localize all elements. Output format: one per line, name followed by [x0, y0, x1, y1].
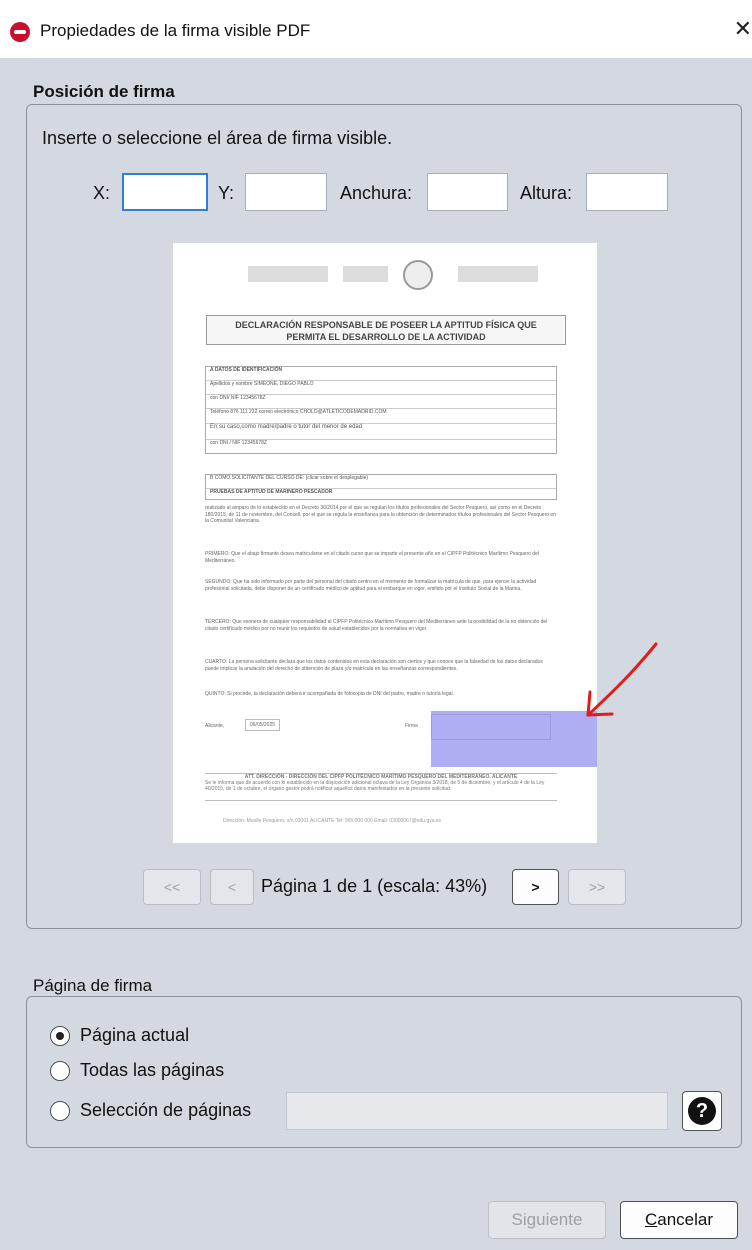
sign-label: Firma	[405, 723, 418, 729]
app-logo-icon	[10, 22, 30, 42]
y-field[interactable]	[245, 173, 327, 211]
help-button[interactable]: ?	[682, 1091, 722, 1131]
radio-button[interactable]	[50, 1101, 70, 1121]
instructions-text: Inserte o seleccione el área de firma vi…	[42, 128, 393, 148]
document-footer: ATT. DIRECCIÓN - DIRECCIÓN DEL CIPFP POL…	[205, 773, 557, 801]
position-section-label: Posición de firma	[33, 82, 175, 101]
x-field[interactable]	[122, 173, 208, 211]
radio-label: Página actual	[80, 1025, 190, 1045]
page-info-text: Página 1 de 1 (escala: 43%)	[261, 876, 488, 896]
first-page-button[interactable]: <<	[143, 869, 201, 905]
identification-table: A DATOS DE IDENTIFICACIÓN Apellidos y no…	[205, 366, 557, 454]
cancel-label-rest: ancelar	[657, 1210, 714, 1229]
width-field[interactable]	[427, 173, 508, 211]
width-label: Anchura:	[340, 183, 413, 203]
y-label: Y:	[218, 183, 235, 203]
red-arrow-icon	[586, 642, 658, 717]
cancel-button[interactable]: Cancelar	[620, 1201, 738, 1239]
ministry-logo	[248, 266, 328, 282]
next-button[interactable]: Siguiente	[488, 1201, 606, 1239]
table-row: Apellidos y nombre SIMEONE, DIEGO PABLO	[206, 380, 556, 387]
pages-selection-input[interactable]	[286, 1092, 668, 1130]
next-page-button[interactable]: >	[512, 869, 559, 905]
paragraph-intro: realizado al amparo de lo establecido en…	[205, 505, 556, 524]
document-preview[interactable]: DECLARACIÓN RESPONSABLE DE POSEER LA APT…	[173, 243, 597, 843]
generalitat-logo	[343, 266, 388, 282]
height-field[interactable]	[586, 173, 668, 211]
place-label: Alicante,	[205, 723, 225, 729]
heading-line-1: DECLARACIÓN RESPONSABLE DE POSEER LA APT…	[235, 320, 537, 330]
cancel-mnemonic: C	[644, 1210, 658, 1229]
footer-text: Se le informa que de acuerdo con lo esta…	[205, 780, 545, 792]
paragraph-primero: PRIMERO: Que el abajo firmante desea mat…	[205, 551, 539, 564]
close-icon[interactable]: ✕	[728, 16, 752, 42]
table-row: Teléfono 876 111 222 correo electrónico …	[206, 408, 556, 415]
radio-button[interactable]	[50, 1061, 70, 1081]
document-heading: DECLARACIÓN RESPONSABLE DE POSEER LA APT…	[206, 315, 566, 345]
paragraph-segundo: SEGUNDO: Que ha sido informado por parte…	[205, 579, 537, 592]
last-page-button[interactable]: >>	[568, 869, 626, 905]
radio-label: Todas las páginas	[80, 1060, 225, 1080]
course-table: B COMO SOLICITANTE DEL CURSO DE: (clicar…	[205, 474, 557, 500]
seal-logo	[403, 260, 433, 290]
prev-page-button[interactable]: <	[210, 869, 254, 905]
course-name: PRUEBAS DE APTITUD DE MARINERO PESCADOR	[206, 488, 556, 495]
section-a-header: A DATOS DE IDENTIFICACIÓN	[210, 367, 283, 373]
page-section-label: Página de firma	[33, 976, 153, 995]
table-row: En su caso,como madre/padre o tutor del …	[206, 423, 556, 430]
title-bar: Propiedades de la firma visible PDF ✕	[0, 0, 752, 58]
paragraph-quinto: QUINTO: Si procede, la declaración deber…	[205, 691, 454, 697]
radio-label: Selección de páginas	[80, 1100, 252, 1120]
help-icon: ?	[688, 1097, 716, 1125]
address-line: Dirección: Muelle Pesquero, s/n 03001 AL…	[223, 818, 442, 824]
section-b-header: B COMO SOLICITANTE DEL CURSO DE: (clicar…	[210, 475, 369, 481]
paragraph-tercero: TERCERO: Que exonera de cualquier respon…	[205, 619, 548, 632]
paragraph-cuarto: CUARTO: La persona solicitante declara q…	[205, 659, 543, 672]
radio-button[interactable]	[50, 1026, 70, 1046]
eu-fund-logo	[458, 266, 538, 282]
heading-line-2: PERMITA EL DESARROLLO DE LA ACTIVIDAD	[286, 332, 486, 342]
logos-strip	[248, 260, 538, 290]
window-title: Propiedades de la firma visible PDF	[40, 21, 311, 40]
x-label: X:	[93, 183, 111, 203]
height-label: Altura:	[520, 183, 573, 203]
signature-field-box	[431, 714, 551, 740]
table-row: con DNI/ NIF 12345678Z	[206, 394, 556, 401]
date-field: 06/05/2025	[245, 719, 281, 731]
table-row: con DNI / NIF 12345678Z	[206, 439, 556, 446]
